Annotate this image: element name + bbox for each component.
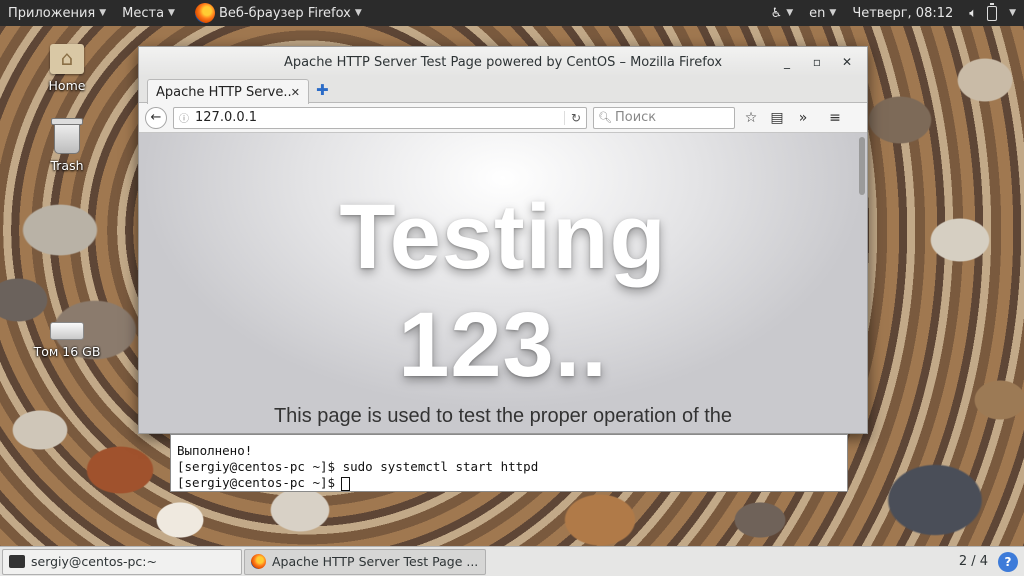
desktop-icon-trash[interactable]: Trash xyxy=(22,118,112,173)
volume-icon: 🔈︎ xyxy=(969,5,978,21)
chevron-down-icon: ▼ xyxy=(354,8,362,18)
minimize-icon[interactable]: _ xyxy=(773,55,801,69)
window-titlebar[interactable]: Apache HTTP Server Test Page powered by … xyxy=(139,47,867,77)
page-subtext: This page is used to test the proper ope… xyxy=(273,405,733,427)
bookmark-star-icon[interactable]: ☆ xyxy=(741,110,761,126)
firefox-window: Apache HTTP Server Test Page powered by … xyxy=(138,46,868,434)
chevron-down-icon: ▼ xyxy=(99,8,107,18)
chevron-down-icon: ▼ xyxy=(1009,8,1016,18)
accessibility-icon: ♿ xyxy=(770,5,783,21)
terminal-line: [sergiy@centos-pc ~]$ sudo systemctl sta… xyxy=(177,459,539,474)
taskbar-item-firefox[interactable]: Apache HTTP Server Test Page ... xyxy=(244,548,486,575)
page-headline-number: 123.. xyxy=(398,294,608,396)
terminal-prompt: [sergiy@centos-pc ~]$ xyxy=(177,475,336,490)
terminal-icon xyxy=(9,555,25,568)
search-placeholder: Поиск xyxy=(614,110,657,125)
applications-label: Приложения xyxy=(8,5,96,21)
close-tab-icon[interactable]: ✕ xyxy=(291,86,300,99)
desktop-icon-home[interactable]: Home xyxy=(22,44,112,93)
places-label: Места xyxy=(122,5,165,21)
notification-icon[interactable]: ? xyxy=(998,551,1018,572)
reading-list-icon[interactable]: ▤ xyxy=(767,110,787,126)
new-tab-icon[interactable]: ✚ xyxy=(316,81,329,99)
maximize-icon[interactable]: ▫ xyxy=(803,55,831,69)
workspace-indicator[interactable]: 2 / 4 xyxy=(959,554,988,569)
arrow-left-icon: ← xyxy=(150,110,162,125)
clock-label: Четверг, 08:12 xyxy=(852,5,954,21)
chevron-down-icon: ▼ xyxy=(786,8,794,18)
search-input[interactable]: 🔍︎ Поиск xyxy=(593,106,735,129)
taskbar-item-label: sergiy@centos-pc:~ xyxy=(31,554,157,569)
back-button[interactable]: ← xyxy=(145,106,167,129)
close-icon[interactable]: ✕ xyxy=(833,55,861,69)
system-menu[interactable]: 🔈︎ ▼ xyxy=(961,0,1024,26)
nav-bar: ← ⓘ 127.0.0.1 ↻ 🔍︎ Поиск ☆ ▤ » ≡ xyxy=(139,103,867,133)
trash-icon xyxy=(51,118,83,154)
menu-icon[interactable]: ≡ xyxy=(825,110,845,126)
url-text: 127.0.0.1 xyxy=(195,110,258,125)
chevron-down-icon: ▼ xyxy=(829,8,837,18)
terminal-prompt-line: [sergiy@centos-pc ~]$ xyxy=(177,475,841,491)
active-app-menu[interactable]: Веб-браузер Firefox ▼ xyxy=(183,0,370,26)
overflow-chevron-icon[interactable]: » xyxy=(793,110,813,126)
terminal-window[interactable]: Выполнено! [sergiy@centos-pc ~]$ sudo sy… xyxy=(170,434,848,492)
reload-icon[interactable]: ↻ xyxy=(563,110,581,125)
search-icon: 🔍︎ xyxy=(598,111,612,124)
scrollbar[interactable] xyxy=(859,137,865,195)
language-menu[interactable]: en ▼ xyxy=(801,0,844,26)
url-bar[interactable]: ⓘ 127.0.0.1 ↻ xyxy=(173,106,587,129)
desktop-icon-label: Home xyxy=(48,78,86,93)
tab-title: Apache HTTP Serve... xyxy=(156,84,291,100)
tab-apache[interactable]: Apache HTTP Serve... ✕ xyxy=(147,79,309,104)
places-menu[interactable]: Места ▼ xyxy=(114,0,183,26)
window-title: Apache HTTP Server Test Page powered by … xyxy=(283,54,723,70)
bottom-taskbar: sergiy@centos-pc:~ Apache HTTP Server Te… xyxy=(0,546,1024,576)
chevron-down-icon: ▼ xyxy=(168,8,175,18)
clock[interactable]: Четверг, 08:12 xyxy=(844,0,961,26)
home-folder-icon xyxy=(50,44,84,74)
taskbar-item-label: Apache HTTP Server Test Page ... xyxy=(272,554,479,569)
tab-bar: Apache HTTP Serve... ✕ ✚ xyxy=(139,77,867,104)
desktop-icon-label: Trash xyxy=(50,158,84,173)
info-icon[interactable]: ⓘ xyxy=(179,110,189,125)
terminal-cursor xyxy=(341,476,351,491)
desktop-icon-label: Том 16 GB xyxy=(33,344,101,359)
top-panel: Приложения ▼ Места ▼ Веб-браузер Firefox… xyxy=(0,0,1024,26)
page-headline: Testing xyxy=(339,186,667,288)
taskbar-item-terminal[interactable]: sergiy@centos-pc:~ xyxy=(2,548,242,575)
desktop-icon-volume[interactable]: Том 16 GB xyxy=(22,322,112,359)
firefox-icon xyxy=(194,3,215,23)
drive-icon xyxy=(50,322,84,340)
terminal-line: Выполнено! xyxy=(177,443,253,458)
active-app-label: Веб-браузер Firefox xyxy=(218,5,351,21)
page-content: Testing 123.. This page is used to test … xyxy=(139,133,867,433)
battery-icon xyxy=(987,2,998,21)
accessibility-menu[interactable]: ♿ ▼ xyxy=(763,0,802,26)
applications-menu[interactable]: Приложения ▼ xyxy=(0,0,114,26)
language-label: en xyxy=(809,5,826,21)
firefox-icon xyxy=(251,554,266,569)
